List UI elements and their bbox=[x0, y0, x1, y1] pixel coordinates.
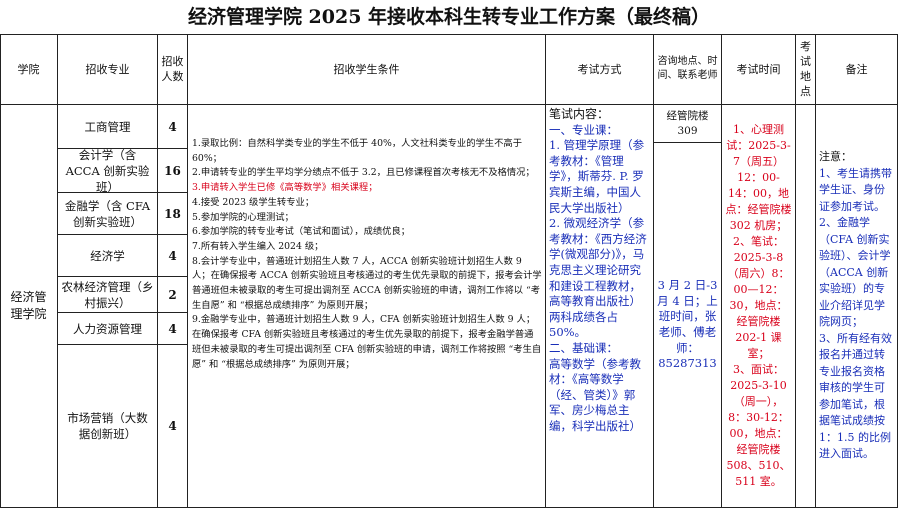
major-name: 市场营销（大数据创新班） bbox=[58, 345, 158, 508]
exam-weight: 两科成绩各占 50%。 bbox=[549, 309, 618, 340]
admission-conditions: 1.录取比例：自然科学类专业的学生不低于 40%，人文社科类专业的学生不高于 6… bbox=[188, 105, 546, 508]
exam-section-title: 二、基础课： bbox=[549, 340, 618, 355]
major-name: 经济学 bbox=[58, 235, 158, 277]
major-count: 16 bbox=[158, 149, 188, 193]
major-count: 18 bbox=[158, 193, 188, 235]
major-name: 工商管理 bbox=[58, 105, 158, 149]
condition-item: 5.参加学院的心理测试； bbox=[192, 211, 294, 223]
major-count: 4 bbox=[158, 345, 188, 508]
header-exam-place: 考试地点 bbox=[796, 34, 816, 105]
exam-schedule: 1、心理测试：2025-3-7（周五）12：00-14：00，地点：经管院楼 3… bbox=[722, 105, 796, 508]
contact-venue: 经管院楼 309 bbox=[654, 105, 722, 143]
page-title: 经济管理学院 2025 年接收本科生转专业工作方案（最终稿） bbox=[187, 6, 711, 28]
header-remarks: 备注 bbox=[816, 34, 898, 105]
major-count: 4 bbox=[158, 235, 188, 277]
exam-place-cell bbox=[796, 105, 816, 508]
transfer-plan-table: 学院 招收专业 招收人数 招收学生条件 考试方式 咨询地点、时间、联系老师 考试… bbox=[0, 34, 898, 508]
header-conditions: 招收学生条件 bbox=[188, 34, 546, 105]
condition-item: 1.录取比例：自然科学类专业的学生不低于 40%，人文社科类专业的学生不高于 6… bbox=[192, 138, 522, 164]
major-name: 会计学（含 ACCA 创新实验班） bbox=[58, 149, 158, 193]
exam-subject: 1. 管理学原理（参考教材：《管理学》，斯蒂芬. P. 罗宾斯主编，中国人民大学… bbox=[549, 138, 645, 215]
schedule-item: 2、笔试：2025-3-8（周六）8：00—12：30，地点：经管院楼 202-… bbox=[727, 235, 790, 360]
condition-item: 7.所有转入学生编入 2024 级； bbox=[192, 240, 324, 252]
schedule-item: 3、面试：2025-3-10（周一），8：30-12：00，地点：经管院楼 50… bbox=[726, 363, 791, 488]
college-name: 经济管理学院 bbox=[0, 105, 58, 508]
exam-subject: 高等数学（参考教材：《高等数学（经、管类）》郭军、房少梅总主编，科学出版社） bbox=[549, 356, 641, 433]
remark-item: 3、所有经有效报名并通过转专业报名资格审核的学生可参加笔试，根据笔试成绩按 1：… bbox=[819, 331, 892, 461]
remark-item: 1、考生请携带学生证、身份证参加考试。 bbox=[819, 166, 892, 213]
header-exam-time: 考试时间 bbox=[722, 34, 796, 105]
remark-item: 2、金融学（CFA 创新实验班）、会计学（ACCA 创新实验班）的专业介绍详见学… bbox=[819, 216, 891, 329]
exam-method: 笔试内容： 一、专业课： 1. 管理学原理（参考教材：《管理学》，斯蒂芬. P.… bbox=[546, 105, 654, 508]
condition-item: 9.金融学专业中，普通班计划招生人数 9 人，CFA 创新实验班计划招生人数 9… bbox=[192, 314, 542, 370]
exam-heading: 笔试内容： bbox=[549, 107, 610, 121]
schedule-item: 1、心理测试：2025-3-7（周五）12：00-14：00，地点：经管院楼 3… bbox=[725, 123, 792, 232]
contact-details: 3 月 2 日-3 月 4 日；上班时间，张老师、傅老师：85287313 bbox=[654, 143, 722, 508]
condition-item: 3.申请转入学生已修《高等数学》相关课程； bbox=[192, 182, 378, 194]
header-major: 招收专业 bbox=[58, 34, 158, 105]
header-exam-method: 考试方式 bbox=[546, 34, 654, 105]
header-contact: 咨询地点、时间、联系老师 bbox=[654, 34, 722, 105]
remarks-intro: 注意： bbox=[819, 150, 852, 164]
condition-item: 8.会计学专业中，普通班计划招生人数 7 人，ACCA 创新实验班计划招生人数 … bbox=[192, 255, 542, 311]
condition-item: 4.接受 2023 级学生转专业； bbox=[192, 196, 315, 208]
major-name: 金融学（含 CFA 创新实验班） bbox=[58, 193, 158, 235]
major-name: 农林经济管理（乡村振兴） bbox=[58, 277, 158, 313]
condition-item: 6.参加学院的转专业考试（笔试和面试），成绩优良； bbox=[192, 226, 411, 238]
header-college: 学院 bbox=[0, 34, 58, 105]
major-count: 4 bbox=[158, 313, 188, 345]
major-count: 4 bbox=[158, 105, 188, 149]
header-count: 招收人数 bbox=[158, 34, 188, 105]
major-count: 2 bbox=[158, 277, 188, 313]
remarks: 注意： 1、考生请携带学生证、身份证参加考试。 2、金融学（CFA 创新实验班）… bbox=[816, 105, 898, 508]
exam-section-title: 一、专业课： bbox=[549, 122, 618, 137]
exam-subject: 2. 微观经济学（参考教材：《西方经济学(微观部分)》，马克思主义理论研究和建设… bbox=[549, 216, 647, 309]
condition-item: 2.申请转专业的学生平均学分绩点不低于 3.2，且已修课程首次考核无不及格情况； bbox=[192, 167, 535, 179]
major-name: 人力资源管理 bbox=[58, 313, 158, 345]
